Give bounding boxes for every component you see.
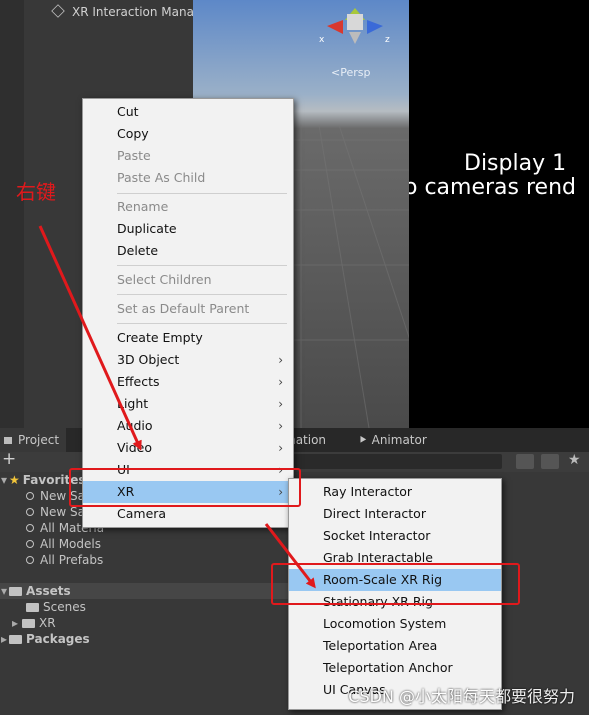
- search-icon: [26, 556, 34, 564]
- menu-item-cut[interactable]: Cut: [83, 101, 293, 123]
- annotation-box-xr: [69, 468, 301, 507]
- chevron-right-icon: ›: [278, 441, 283, 455]
- favorites-item[interactable]: All Models: [26, 536, 101, 552]
- scene-gizmo-icon[interactable]: x z: [315, 0, 395, 50]
- assets-folder-scenes[interactable]: Scenes: [26, 599, 86, 615]
- chevron-right-icon: ›: [278, 419, 283, 433]
- menu-item-video[interactable]: Video ›: [83, 437, 293, 459]
- search-icon: [26, 508, 34, 516]
- favorites-item[interactable]: All Prefabs: [26, 552, 103, 568]
- menu-item-direct-interactor[interactable]: Direct Interactor: [289, 503, 501, 525]
- menu-item-copy[interactable]: Copy: [83, 123, 293, 145]
- menu-item-socket-interactor[interactable]: Socket Interactor: [289, 525, 501, 547]
- menu-item-ray-interactor[interactable]: Ray Interactor: [289, 481, 501, 503]
- hierarchy-item-xr-interaction-manager[interactable]: XR Interaction Manag: [51, 3, 202, 21]
- annotation-right-click-label: 右键: [16, 180, 56, 204]
- menu-item-duplicate[interactable]: Duplicate: [83, 218, 293, 240]
- menu-separator: [117, 294, 287, 295]
- search-icon: [26, 524, 34, 532]
- hierarchy-gutter: [0, 0, 24, 428]
- menu-item-delete[interactable]: Delete: [83, 240, 293, 262]
- menu-separator: [117, 265, 287, 266]
- chevron-right-icon: ▸: [1, 632, 8, 646]
- menu-item-teleportation-area[interactable]: Teleportation Area: [289, 635, 501, 657]
- search-by-type-button[interactable]: [516, 454, 534, 469]
- folder-icon: [4, 437, 12, 444]
- assets-folder-xr[interactable]: ▸ XR: [12, 615, 56, 631]
- menu-item-locomotion-system[interactable]: Locomotion System: [289, 613, 501, 635]
- gameobject-icon: [51, 4, 65, 18]
- menu-item-paste: Paste: [117, 148, 151, 163]
- menu-item-paste-as-child: Paste As Child: [117, 170, 206, 185]
- menu-item-set-as-default-parent: Set as Default Parent: [117, 301, 250, 316]
- menu-separator: [117, 323, 287, 324]
- scene-projection-toggle[interactable]: <Persp: [331, 66, 370, 79]
- context-menu: Cut Copy Paste Paste As Child Rename Dup…: [82, 98, 294, 528]
- annotation-box-room-scale: [271, 563, 520, 605]
- menu-item-rename: Rename: [117, 199, 169, 214]
- star-icon: ★: [9, 473, 20, 487]
- chevron-right-icon: ›: [278, 397, 283, 411]
- search-icon: [26, 540, 34, 548]
- search-icon: [26, 492, 34, 500]
- menu-item-3d-object[interactable]: 3D Object ›: [83, 349, 293, 371]
- menu-item-effects[interactable]: Effects ›: [83, 371, 293, 393]
- chevron-down-icon: ▾: [1, 584, 8, 598]
- menu-separator: [117, 193, 287, 194]
- search-input[interactable]: [290, 454, 502, 469]
- animator-icon: ⯈: [358, 433, 368, 447]
- folder-icon: [26, 603, 39, 612]
- tab-animator[interactable]: ⯈ Animator: [358, 428, 427, 452]
- assets-header[interactable]: ▾ Assets: [0, 583, 71, 599]
- folder-icon: [9, 587, 23, 596]
- chevron-down-icon: ▾: [1, 473, 8, 487]
- folder-icon: [9, 635, 23, 644]
- chevron-right-icon: ▸: [12, 616, 19, 630]
- gizmo-z-label: z: [385, 35, 390, 45]
- game-no-camera-message: o cameras rend: [409, 175, 576, 200]
- chevron-right-icon: ›: [278, 375, 283, 389]
- search-by-label-button[interactable]: [541, 454, 559, 469]
- game-display-label: Display 1: [464, 151, 567, 176]
- packages-header[interactable]: ▸ Packages: [0, 631, 90, 647]
- chevron-right-icon: ›: [278, 353, 283, 367]
- menu-item-create-empty[interactable]: Create Empty: [83, 327, 293, 349]
- watermark: CSDN @小太阳每天都要很努力: [348, 687, 575, 706]
- gizmo-x-label: x: [319, 35, 325, 45]
- menu-item-audio[interactable]: Audio ›: [83, 415, 293, 437]
- folder-icon: [22, 619, 36, 628]
- menu-item-light[interactable]: Light ›: [83, 393, 293, 415]
- add-button[interactable]: +: [2, 449, 16, 469]
- game-view: Display 1 o cameras rend: [409, 0, 589, 428]
- favorite-star-icon[interactable]: ★: [568, 452, 581, 468]
- menu-item-teleportation-anchor[interactable]: Teleportation Anchor: [289, 657, 501, 679]
- menu-item-select-children: Select Children: [117, 272, 212, 287]
